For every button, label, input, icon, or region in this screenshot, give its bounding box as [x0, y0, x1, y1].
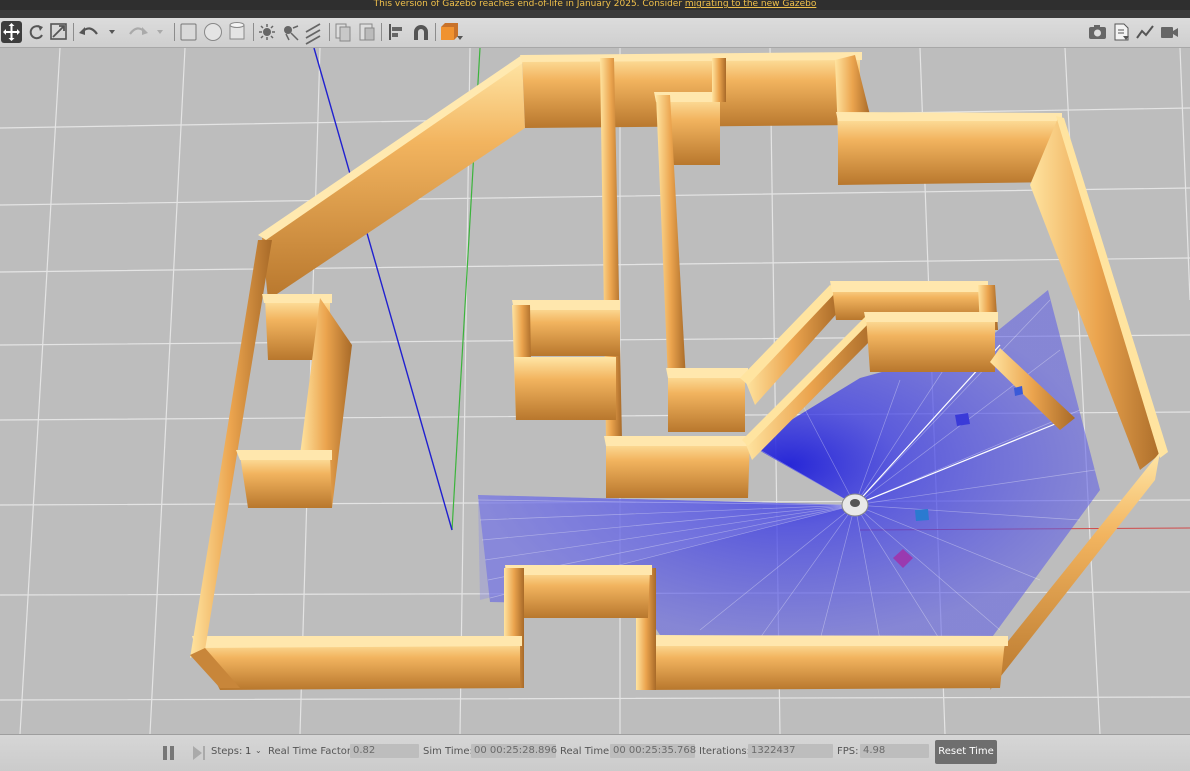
fps-field: 4.98	[860, 744, 929, 758]
fps-label: FPS:	[837, 746, 859, 757]
separator	[73, 23, 74, 41]
separator	[174, 23, 175, 41]
cylinder-icon[interactable]	[229, 22, 245, 40]
undo-icon[interactable]	[79, 27, 98, 35]
redo-icon[interactable]	[129, 27, 148, 35]
toolbar	[0, 18, 1190, 48]
blue-cube-obstacle	[955, 413, 970, 426]
record-icon[interactable]	[1161, 27, 1178, 38]
real-time-label: Real Time:	[560, 746, 613, 757]
log-icon[interactable]	[1114, 23, 1129, 41]
spot-light-icon[interactable]	[284, 25, 299, 41]
cyan-cube-obstacle	[915, 509, 929, 521]
3d-viewport[interactable]	[0, 48, 1190, 734]
sim-time-label: Sim Time:	[423, 746, 473, 757]
migration-link[interactable]: migrating to the new Gazebo	[685, 0, 816, 9]
rtf-field: 0.82	[350, 744, 419, 758]
robot-model[interactable]	[841, 493, 869, 517]
undo-dropdown-icon[interactable]	[109, 30, 115, 34]
rotate-icon[interactable]	[29, 25, 43, 40]
steps-spinner-icon[interactable]: ⌄	[255, 746, 262, 755]
eol-banner: This version of Gazebo reaches end-of-li…	[0, 0, 1190, 10]
snap-icon[interactable]	[414, 25, 428, 40]
pause-icon[interactable]	[163, 746, 174, 760]
steps-spinbox[interactable]: 1	[245, 746, 251, 757]
step-icon[interactable]	[193, 746, 205, 760]
paste-icon[interactable]	[359, 23, 375, 41]
redo-dropdown-icon[interactable]	[157, 30, 163, 34]
move-icon[interactable]	[1, 21, 22, 43]
time-panel: Steps: 1 ⌄ Real Time Factor: 0.82 Sim Ti…	[0, 734, 1190, 771]
iterations-label: Iterations:	[699, 746, 750, 757]
real-time-field: 00 00:25:35.768	[610, 744, 696, 758]
separator	[381, 23, 382, 41]
reset-time-button[interactable]: Reset Time	[935, 740, 997, 764]
separator	[329, 23, 330, 41]
copy-icon[interactable]	[335, 23, 351, 42]
separator	[435, 23, 436, 41]
view-angle-icon[interactable]	[441, 23, 463, 40]
sim-time-field: 00 00:25:28.896	[471, 744, 557, 758]
screenshot-icon[interactable]	[1089, 25, 1106, 39]
banner-text: This version of Gazebo reaches end-of-li…	[373, 0, 685, 9]
align-icon[interactable]	[389, 24, 402, 40]
scale-icon[interactable]	[50, 23, 67, 40]
rtf-label: Real Time Factor:	[268, 746, 355, 757]
steps-label: Steps:	[211, 746, 243, 757]
iterations-field: 1322437	[748, 744, 833, 758]
separator	[253, 23, 254, 41]
directional-light-icon[interactable]	[305, 23, 321, 45]
plot-icon[interactable]	[1136, 25, 1154, 39]
box-icon[interactable]	[180, 23, 197, 41]
top-spacer	[0, 10, 1190, 18]
sphere-icon[interactable]	[204, 23, 222, 41]
point-light-icon[interactable]	[259, 24, 275, 40]
